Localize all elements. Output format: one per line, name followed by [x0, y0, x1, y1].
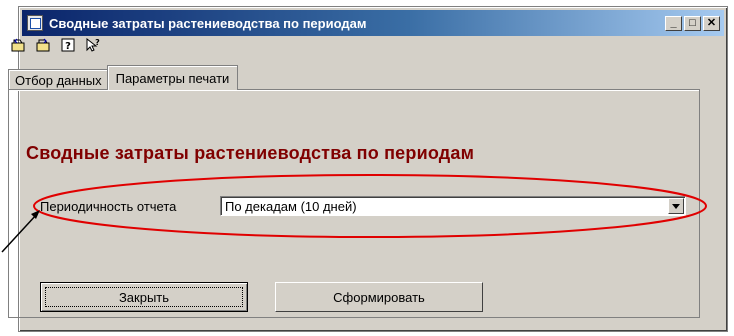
- window-controls: _ □ ✕: [665, 15, 720, 31]
- window-title: Сводные затраты растениеводства по перио…: [49, 15, 367, 31]
- minimize-button[interactable]: _: [665, 15, 682, 31]
- tab-data-selection[interactable]: Отбор данных: [8, 69, 109, 90]
- dropdown-arrow-icon[interactable]: [668, 198, 684, 214]
- context-help-icon[interactable]: ?: [85, 37, 101, 53]
- svg-text:?: ?: [65, 41, 71, 52]
- save-icon[interactable]: [35, 37, 51, 53]
- periodicity-select[interactable]: По декадам (10 дней): [220, 196, 686, 216]
- periodicity-value: По декадам (10 дней): [225, 199, 357, 214]
- open-icon[interactable]: [10, 37, 26, 53]
- toolbar: ? ?: [10, 37, 101, 53]
- maximize-button[interactable]: □: [684, 15, 701, 31]
- close-window-button[interactable]: ✕: [703, 15, 720, 31]
- close-button[interactable]: Закрыть: [40, 282, 248, 312]
- focus-rectangle: [45, 287, 243, 307]
- help-icon[interactable]: ?: [60, 37, 76, 53]
- title-bar[interactable]: Сводные затраты растениеводства по перио…: [22, 10, 724, 36]
- tab-print-parameters[interactable]: Параметры печати: [106, 65, 239, 90]
- app-icon: [27, 15, 43, 31]
- svg-text:?: ?: [95, 38, 100, 47]
- generate-button-label: Сформировать: [333, 289, 425, 305]
- tab-strip: Отбор данных Параметры печати: [8, 65, 239, 90]
- generate-button[interactable]: Сформировать: [275, 282, 483, 312]
- report-heading: Сводные затраты растениеводства по перио…: [26, 143, 475, 163]
- periodicity-label: Периодичность отчета: [40, 199, 177, 214]
